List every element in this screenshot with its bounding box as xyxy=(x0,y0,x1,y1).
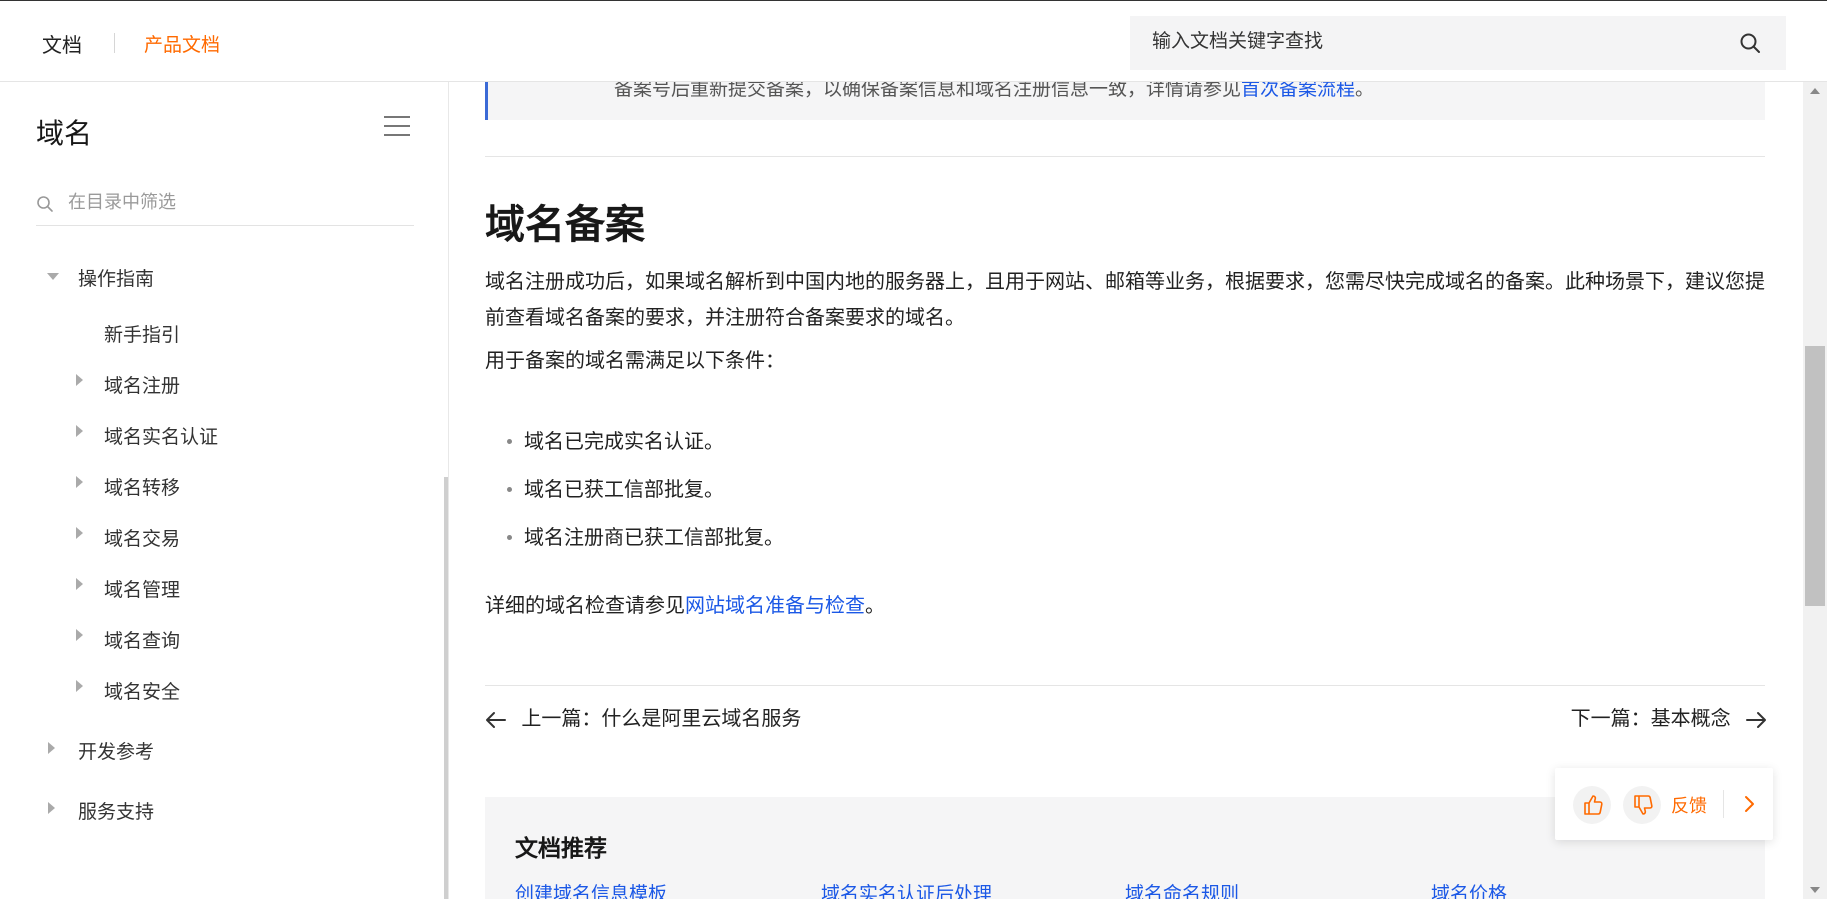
sidebar-item-domain-management[interactable]: 域名管理 xyxy=(104,575,180,602)
sidebar-item-domain-transfer[interactable]: 域名转移 xyxy=(104,473,180,500)
paragraph: 详细的域名检查请参见网站域名准备与检查。 xyxy=(485,593,885,617)
sidebar-item-domain-security[interactable]: 域名安全 xyxy=(104,677,180,704)
collapse-caret-icon[interactable] xyxy=(76,629,83,641)
divider xyxy=(485,156,1765,157)
scroll-down-icon[interactable] xyxy=(1810,887,1820,893)
thumbs-up-icon xyxy=(1584,795,1603,815)
bullet-dot xyxy=(507,535,512,540)
arrow-right-icon xyxy=(1746,711,1766,728)
sidebar-filter[interactable] xyxy=(36,182,414,226)
recommend-link[interactable]: 创建域名信息模板 xyxy=(515,879,667,899)
list-item: 域名已完成实名认证。 xyxy=(524,429,724,453)
collapse-caret-icon[interactable] xyxy=(76,425,83,437)
thumbs-down-icon xyxy=(1634,795,1653,815)
doc-search-input[interactable] xyxy=(1152,30,1712,52)
next-article-label: 下一篇：基本概念 xyxy=(1570,706,1731,730)
scrollbar-thumb[interactable] xyxy=(1805,346,1825,606)
paragraph: 域名注册成功后，如果域名解析到中国内地的服务器上，且用于网站、邮箱等业务，根据要… xyxy=(485,269,1765,329)
top-bar: 文档 产品文档 xyxy=(0,0,1827,82)
scroll-up-icon[interactable] xyxy=(1810,88,1820,94)
sidebar: 域名 操作指南 新手指引 域名注册 域名实名认证 域名转移 域名交易 域名管理 … xyxy=(0,82,449,899)
paragraph: 用于备案的域名需满足以下条件： xyxy=(485,348,785,372)
bullet-dot xyxy=(507,487,512,492)
note-box: 备案号后重新提交备案，以确保备案信息和域名注册信息一致，详情请参见首次备案流程。 xyxy=(485,82,1765,120)
collapse-caret-icon[interactable] xyxy=(76,578,83,590)
brand-divider xyxy=(114,33,115,53)
next-article-link[interactable]: 下一篇：基本概念 xyxy=(1571,702,1767,731)
note-link[interactable]: 首次备案流程 xyxy=(1241,82,1355,100)
sidebar-filter-input[interactable] xyxy=(68,192,398,213)
recommend-title: 文档推荐 xyxy=(515,836,607,862)
sidebar-scrollbar[interactable] xyxy=(444,477,448,899)
brand-docs-link[interactable]: 文档 xyxy=(42,29,82,58)
sidebar-item-operation-guide[interactable]: 操作指南 xyxy=(78,264,154,291)
divider xyxy=(485,685,1765,686)
bullet-dot xyxy=(507,439,512,444)
collapse-caret-icon[interactable] xyxy=(76,680,83,692)
sidebar-item-real-name-auth[interactable]: 域名实名认证 xyxy=(104,422,218,449)
recommend-link[interactable]: 域名命名规则 xyxy=(1125,879,1239,899)
collapse-caret-icon[interactable] xyxy=(76,476,83,488)
menu-icon[interactable] xyxy=(384,116,410,138)
product-docs-link[interactable]: 产品文档 xyxy=(144,30,220,57)
sidebar-item-domain-query[interactable]: 域名查询 xyxy=(104,626,180,653)
thumbs-down-button[interactable] xyxy=(1623,786,1661,824)
sidebar-item-domain-trade[interactable]: 域名交易 xyxy=(104,524,180,551)
collapse-caret-icon[interactable] xyxy=(48,802,55,814)
expand-caret-icon[interactable] xyxy=(47,273,59,280)
collapse-caret-icon[interactable] xyxy=(76,374,83,386)
feedback-widget: 反馈 xyxy=(1555,768,1773,840)
domain-check-link[interactable]: 网站域名准备与检查 xyxy=(685,593,865,617)
feedback-divider xyxy=(1723,790,1724,818)
prev-article-label: 上一篇：什么是阿里云域名服务 xyxy=(521,706,802,730)
search-icon[interactable] xyxy=(1738,31,1762,55)
sidebar-item-dev-reference[interactable]: 开发参考 xyxy=(78,737,154,764)
chevron-right-icon[interactable] xyxy=(1739,792,1759,816)
sidebar-title: 域名 xyxy=(36,117,93,150)
doc-search-box[interactable] xyxy=(1130,16,1786,70)
thumbs-up-button[interactable] xyxy=(1573,786,1611,824)
note-text: 备案号后重新提交备案，以确保备案信息和域名注册信息一致，详情请参见首次备案流程。 xyxy=(614,82,1374,101)
page-scrollbar[interactable] xyxy=(1803,82,1827,899)
collapse-caret-icon[interactable] xyxy=(76,527,83,539)
feedback-button[interactable]: 反馈 xyxy=(1671,792,1707,818)
sidebar-item-beginner-guide[interactable]: 新手指引 xyxy=(104,320,180,347)
sidebar-item-domain-registration[interactable]: 域名注册 xyxy=(104,371,180,398)
collapse-caret-icon[interactable] xyxy=(48,742,55,754)
section-heading: 域名备案 xyxy=(485,202,645,248)
search-icon xyxy=(37,196,53,212)
sidebar-item-service-support[interactable]: 服务支持 xyxy=(78,797,154,824)
list-item: 域名注册商已获工信部批复。 xyxy=(524,525,784,549)
arrow-left-icon xyxy=(486,711,506,728)
recommend-link[interactable]: 域名实名认证后处理 xyxy=(821,879,992,899)
prev-article-link[interactable]: 上一篇：什么是阿里云域名服务 xyxy=(485,702,801,731)
recommend-link[interactable]: 域名价格 xyxy=(1431,879,1507,899)
list-item: 域名已获工信部批复。 xyxy=(524,477,724,501)
